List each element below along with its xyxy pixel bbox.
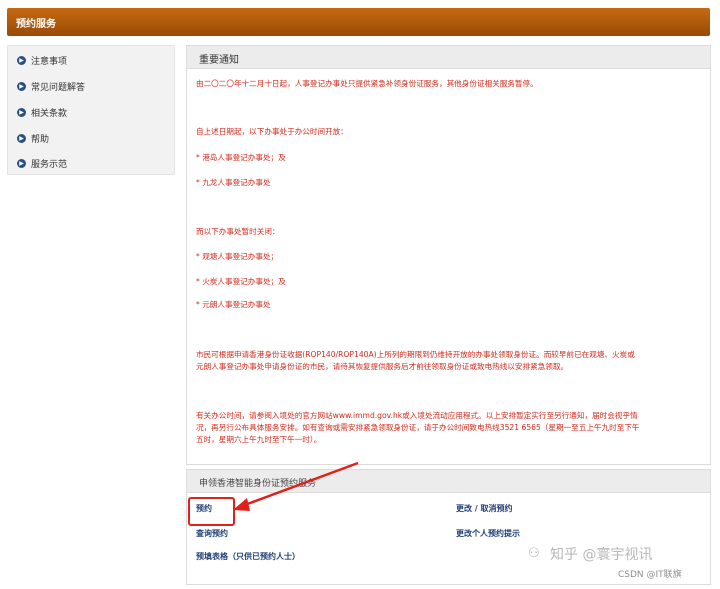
sidebar-item-notes[interactable]: ▶ 注意事项 [17, 52, 67, 68]
notice-text-line: 自上述日期起，以下办事处于办公时间开放： [196, 127, 348, 136]
notice-text-line: 而以下办事处暂时关闭： [196, 227, 280, 236]
arrow-right-circle-icon: ▶ [17, 55, 26, 65]
arrow-right-circle-icon: ▶ [17, 158, 26, 168]
sidebar-item-faq[interactable]: ▶ 常见问题解答 [17, 78, 85, 94]
sidebar-item-demo[interactable]: ▶ 服务示范 [17, 155, 67, 171]
page-title: 预约服务 [16, 19, 56, 30]
arrow-right-circle-icon: ▶ [17, 107, 26, 117]
watermark-text: 知乎 @寰宇视讯 [550, 547, 653, 563]
arrow-right-circle-icon: ▶ [17, 133, 26, 143]
service-title: 申领香港智能身份证预约服务 [199, 479, 317, 489]
sidebar-item-terms[interactable]: ▶ 相关条款 [17, 104, 67, 120]
notice-panel-header: 重要通知 [187, 46, 710, 69]
sidebar-item-help[interactable]: ▶ 帮助 [17, 130, 49, 146]
sidebar-item-label: 服务示范 [31, 159, 68, 170]
notice-text-line: 五时，星期六上午九时至下午一时）。 [196, 435, 322, 444]
notice-text-line: * 元朗人事登记办事处 [196, 300, 271, 309]
sidebar-item-label: 帮助 [31, 134, 50, 145]
notice-title: 重要通知 [199, 55, 239, 66]
sidebar-item-label: 注意事项 [31, 56, 68, 67]
notice-text-line: 元朗人事登记办事处申请身份证的市民，请待其恢复提供服务后才前往领取身份证或致电热… [196, 362, 569, 371]
service-panel-header: 申领香港智能身份证预约服务 [187, 470, 710, 493]
notice-text-line: 有关办公时间，请参阅入境处的官方网站www.immd.gov.hk或入境处流动应… [196, 411, 638, 420]
notice-text-line: * 火炭人事登记办事处；及 [196, 277, 286, 286]
change-reminder-link[interactable]: 更改个人预约提示 [456, 528, 520, 539]
enquire-appointment-link[interactable]: 查询预约 [196, 528, 228, 539]
header-bar: 预约服务 [7, 8, 710, 36]
highlight-box [188, 497, 235, 526]
arrow-right-circle-icon: ▶ [17, 81, 26, 91]
prefill-form-link[interactable]: 预填表格（只供已预约人士） [196, 551, 300, 562]
sidebar-item-label: 相关条款 [31, 108, 68, 119]
wechat-logo-icon: ⚇ [528, 546, 540, 561]
notice-text-line: * 观塘人事登记办事处； [196, 252, 279, 261]
notice-text-line: 市民可根据申请香港身份证收据(ROP140/ROP140A)上所列的期限到仍维持… [196, 350, 635, 359]
notice-text-line: * 港岛人事登记办事处；及 [196, 153, 286, 162]
notice-text-line: 况，再另行公布具体服务安排。如有查询或需安排紧急领取身份证，请于办公时间致电热线… [196, 423, 640, 432]
csdn-watermark: CSDN @IT联旗 [618, 570, 682, 580]
notice-text-line: 由二〇二〇年十二月十日起，人事登记办事处只提供紧急补领身份证服务，其他身份证相关… [196, 79, 538, 88]
change-cancel-appointment-link[interactable]: 更改 / 取消预约 [456, 503, 513, 514]
sidebar: ▶ 注意事项 ▶ 常见问题解答 ▶ 相关条款 ▶ 帮助 ▶ 服务示范 [7, 45, 175, 175]
sidebar-item-label: 常见问题解答 [31, 82, 86, 93]
notice-text-line: * 九龙人事登记办事处 [196, 178, 271, 187]
